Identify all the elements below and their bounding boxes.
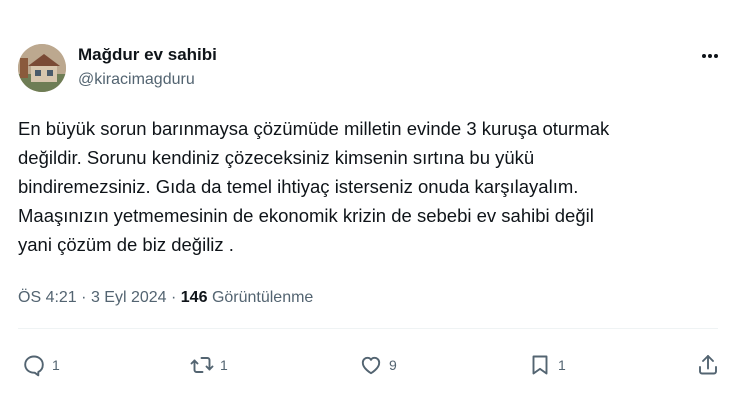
- share-button[interactable]: [696, 350, 720, 380]
- tweet-text: En büyük sorun barınmaysa çözümüde mille…: [18, 118, 610, 255]
- tweet-date[interactable]: 3 Eyl 2024: [91, 289, 167, 306]
- more-dots-icon: [702, 54, 718, 58]
- reply-button[interactable]: 1: [22, 350, 60, 380]
- views-count: 146: [180, 289, 208, 306]
- bookmark-button[interactable]: 1: [528, 350, 566, 380]
- author-handle[interactable]: @kiracimagduru: [78, 71, 195, 89]
- house-avatar-icon: [18, 44, 66, 92]
- retweet-button[interactable]: 1: [190, 350, 228, 380]
- like-button[interactable]: 9: [359, 350, 397, 380]
- views-label: Görüntülenme: [211, 289, 314, 306]
- retweet-count: 1: [220, 357, 228, 373]
- author-display-name[interactable]: Mağdur ev sahibi: [78, 45, 217, 65]
- heart-icon: [361, 356, 381, 375]
- user-avatar[interactable]: [18, 44, 66, 92]
- reply-count: 1: [52, 357, 60, 373]
- meta-separator: ·: [81, 289, 87, 306]
- more-options-button[interactable]: [697, 46, 723, 66]
- action-bar: 1 1 9 1: [0, 350, 730, 380]
- bookmark-count: 1: [558, 357, 566, 373]
- tweet-time[interactable]: ÖS 4:21: [18, 289, 77, 306]
- divider: [18, 328, 718, 329]
- retweet-icon: [190, 357, 214, 373]
- tweet-card: Mağdur ev sahibi @kiracimagduru En büyük…: [0, 0, 730, 420]
- meta-separator: ·: [171, 289, 177, 306]
- bookmark-icon: [532, 355, 548, 375]
- tweet-meta: ÖS 4:21 · 3 Eyl 2024 · 146 Görüntülenme: [18, 289, 313, 307]
- share-icon: [699, 355, 717, 375]
- reply-icon: [24, 355, 44, 377]
- like-count: 9: [389, 357, 397, 373]
